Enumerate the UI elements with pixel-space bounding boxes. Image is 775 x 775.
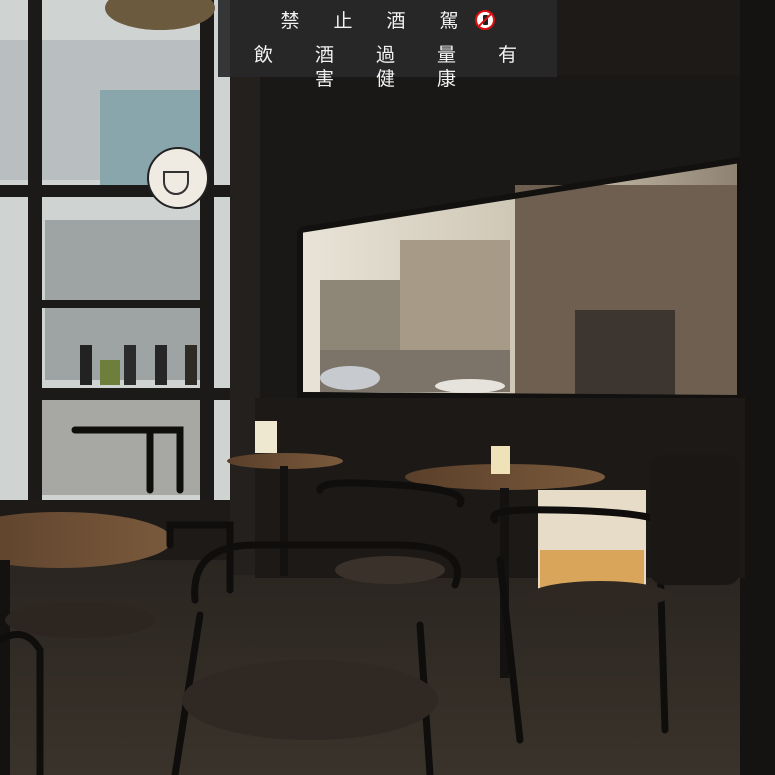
banner-title: 禁 止 酒 駕 [218, 9, 557, 33]
cafe-photo: 禁 止 酒 駕 飲 酒 過 量 有 害 健 康 [0, 0, 775, 775]
no-drinking-icon [474, 10, 495, 30]
banner-title-text: 禁 止 酒 駕 [280, 10, 473, 32]
banner-subtitle: 飲 酒 過 量 有 害 健 康 [253, 44, 536, 90]
warning-banner: 禁 止 酒 駕 飲 酒 過 量 有 害 健 康 [218, 0, 557, 90]
cafe-scene-illustration [0, 0, 775, 775]
